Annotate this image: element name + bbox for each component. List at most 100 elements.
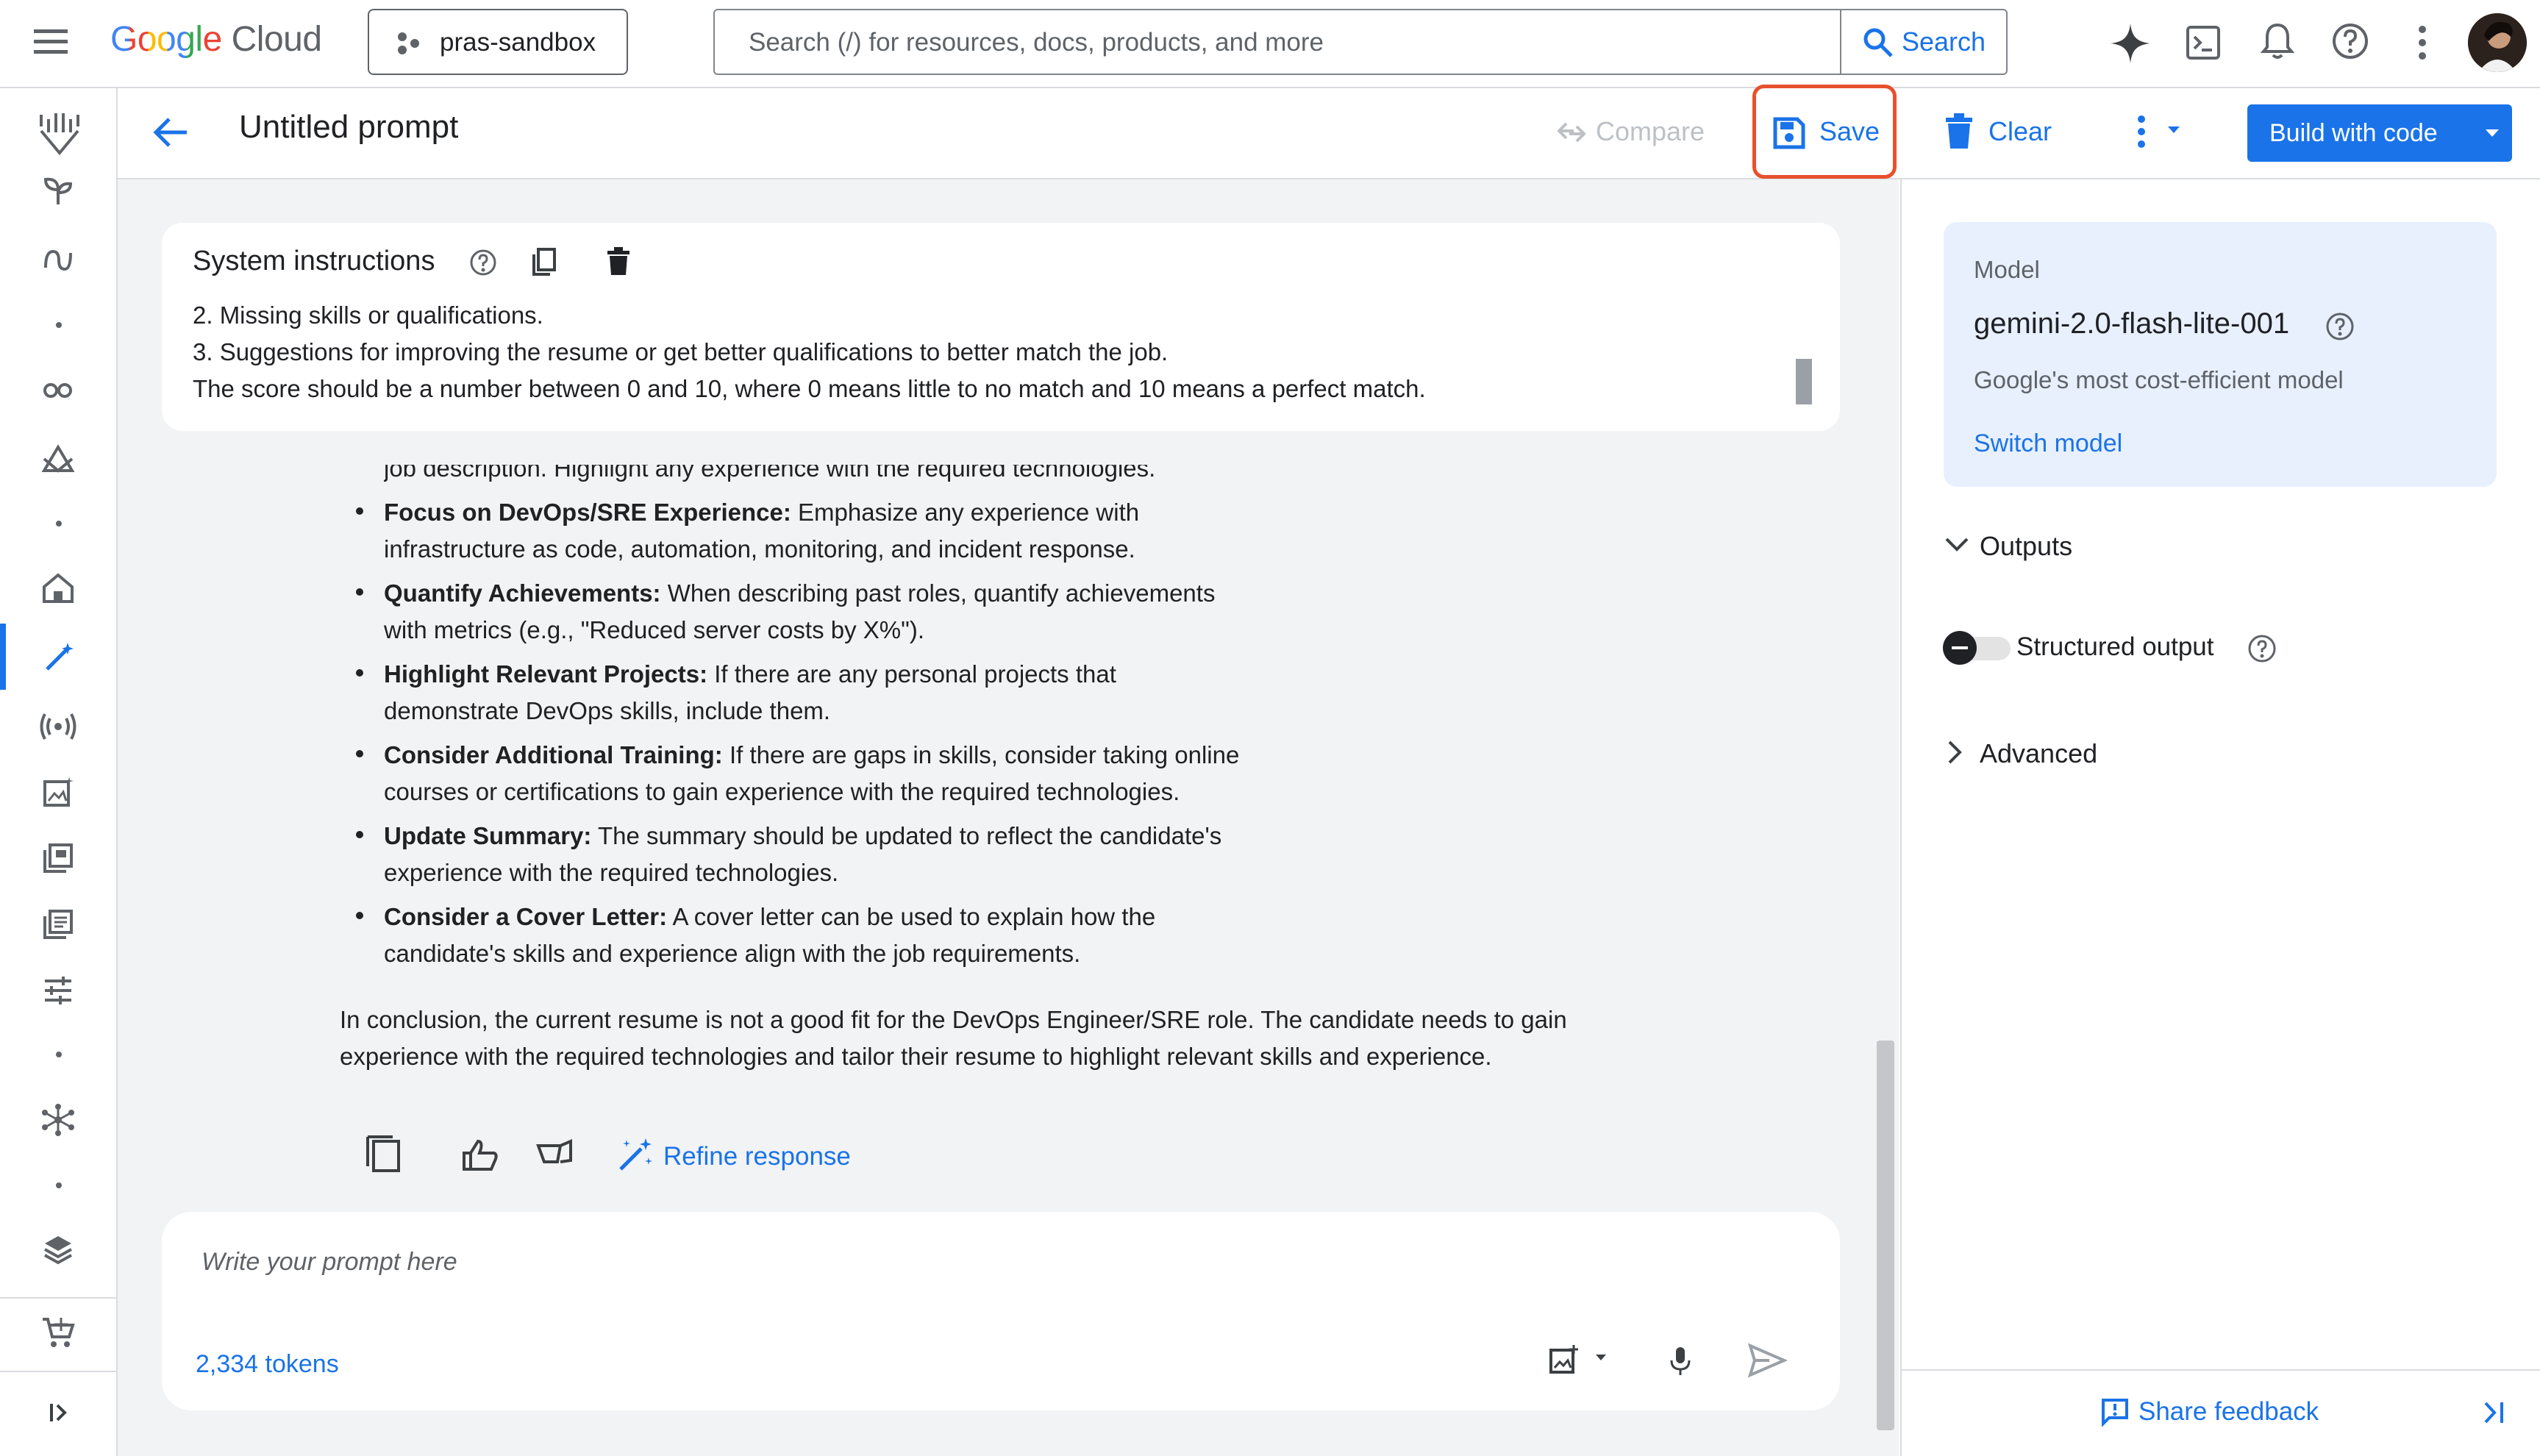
page-title[interactable]: Untitled prompt	[239, 109, 458, 146]
mic-icon[interactable]	[1669, 1346, 1691, 1378]
nav-flow-icon[interactable]	[43, 246, 74, 275]
help-icon[interactable]	[469, 249, 497, 276]
copy-response-icon[interactable]	[363, 1134, 403, 1174]
nav-layers-icon[interactable]	[43, 1234, 74, 1265]
bell-icon[interactable]	[2261, 22, 2294, 60]
nav-sprout-icon[interactable]	[43, 175, 74, 206]
trash-icon[interactable]	[1944, 113, 1974, 150]
thumb-down-icon[interactable]	[535, 1138, 574, 1168]
menu-icon[interactable]	[32, 25, 69, 59]
system-instruction-line: 2. Missing skills or qualifications.	[193, 301, 543, 329]
nav-pipeline-icon[interactable]	[41, 1103, 75, 1137]
gemini-icon[interactable]	[2109, 22, 2152, 65]
vertex-ai-logo-icon[interactable]	[38, 110, 81, 157]
help-icon[interactable]	[2247, 634, 2277, 663]
collapse-panel-icon[interactable]	[2481, 1400, 2506, 1425]
refine-icon[interactable]	[616, 1137, 654, 1172]
more-actions-icon[interactable]	[2136, 115, 2187, 149]
bullet-text: When describing past roles, quantify ach…	[660, 579, 1216, 607]
compare-icon[interactable]	[1556, 119, 1587, 146]
system-instructions-scrollbar[interactable]	[1796, 359, 1812, 404]
model-description: Google's most cost-efficient model	[1974, 366, 2344, 393]
send-icon[interactable]	[1747, 1343, 1787, 1378]
build-with-code-button[interactable]: Build with code	[2247, 104, 2512, 162]
share-feedback-link[interactable]: Share feedback	[2138, 1397, 2319, 1427]
help-icon[interactable]	[2325, 312, 2355, 341]
thumb-up-icon[interactable]	[462, 1138, 499, 1172]
clear-button[interactable]: Clear	[1988, 116, 2052, 147]
nav-freeform-icon[interactable]	[43, 641, 75, 674]
save-icon[interactable]	[1772, 116, 1806, 150]
system-instruction-line: 3. Suggestions for improving the resume …	[193, 338, 1169, 365]
bullet	[356, 831, 363, 838]
cloud-shell-icon[interactable]	[2186, 25, 2221, 60]
system-instruction-line: The score should be a number between 0 a…	[193, 375, 1426, 402]
response-bullet: Highlight Relevant Projects: If there ar…	[384, 660, 1116, 688]
nav-library-icon[interactable]	[43, 843, 74, 874]
project-name: pras-sandbox	[440, 28, 596, 57]
back-arrow-icon[interactable]	[151, 116, 190, 149]
save-button[interactable]: Save	[1819, 116, 1880, 147]
chat-scrollbar[interactable]	[1877, 1041, 1894, 1430]
add-media-icon[interactable]	[1549, 1344, 1608, 1375]
search-input[interactable]	[747, 25, 1780, 60]
bullet	[356, 750, 363, 757]
nav-separator	[56, 1052, 62, 1057]
advanced-section-toggle[interactable]: Advanced	[1980, 738, 2097, 769]
prompt-input[interactable]	[200, 1243, 1600, 1281]
bullet-text: If there are any personal projects that	[707, 660, 1116, 688]
bullet-continuation: candidate's skills and experience align …	[384, 940, 1081, 967]
expand-nav-icon[interactable]	[49, 1402, 71, 1424]
prompt-input-card[interactable]	[162, 1212, 1840, 1410]
search-button[interactable]: Search	[1840, 9, 2006, 75]
bullet	[356, 507, 363, 515]
chevron-down-icon	[2484, 128, 2500, 138]
structured-output-toggle[interactable]	[1943, 631, 2011, 665]
compare-button[interactable]: Compare	[1596, 116, 1705, 147]
system-instructions-title: System instructions	[193, 246, 435, 276]
search-icon	[1862, 26, 1894, 59]
model-label: Model	[1974, 256, 2040, 283]
response-bullet: Update Summary: The summary should be up…	[384, 822, 1221, 850]
bullet-text: If there are gaps in skills, consider ta…	[722, 741, 1240, 768]
nav-docs-icon[interactable]	[43, 909, 74, 940]
search-bar[interactable]: Search	[713, 9, 2008, 75]
logo-cloud-text: Cloud	[231, 20, 322, 59]
bullet-heading: Quantify Achievements:	[384, 579, 661, 607]
nav-tune-icon[interactable]	[43, 975, 74, 1006]
build-with-code-label: Build with code	[2269, 119, 2438, 147]
bullet-text: The summary should be updated to reflect…	[591, 822, 1222, 849]
bullet	[356, 588, 363, 596]
nav-co-icon[interactable]	[43, 379, 74, 402]
chevron-down-icon[interactable]	[1944, 537, 1969, 553]
switch-model-link[interactable]: Switch model	[1974, 429, 2122, 458]
bullet-heading: Update Summary:	[384, 822, 592, 849]
bullet-continuation: demonstrate DevOps skills, include them.	[384, 697, 831, 724]
token-count[interactable]: 2,334 tokens	[196, 1350, 339, 1379]
marketplace-icon[interactable]	[41, 1316, 75, 1349]
copy-icon[interactable]	[531, 247, 557, 276]
outputs-section-toggle[interactable]: Outputs	[1980, 531, 2072, 562]
nav-divider	[0, 1371, 116, 1372]
chevron-right-icon[interactable]	[1947, 740, 1963, 765]
toggle-knob	[1943, 631, 1977, 665]
left-nav	[0, 88, 118, 1456]
nav-image-icon[interactable]	[43, 777, 74, 807]
compare-label: Compare	[1596, 116, 1705, 146]
project-picker-button[interactable]: pras-sandbox	[368, 9, 628, 75]
bullet-continuation: experience with the required technologie…	[384, 859, 839, 886]
nav-tent-icon[interactable]	[41, 444, 75, 474]
google-cloud-logo[interactable]: Google Cloud	[110, 19, 322, 60]
trash-icon[interactable]	[606, 247, 631, 276]
more-vert-icon[interactable]	[2418, 25, 2427, 60]
refine-response-button[interactable]: Refine response	[663, 1142, 851, 1171]
bullet-heading: Consider a Cover Letter:	[384, 903, 668, 930]
project-icon	[396, 31, 421, 56]
nav-home-icon[interactable]	[41, 572, 75, 604]
feedback-icon[interactable]	[2100, 1397, 2130, 1427]
bullet-text: A cover letter can be used to explain ho…	[667, 903, 1156, 930]
help-icon[interactable]	[2331, 22, 2369, 60]
avatar[interactable]	[2468, 13, 2527, 72]
nav-active-indicator	[0, 624, 6, 690]
nav-broadcast-icon[interactable]	[40, 712, 76, 741]
